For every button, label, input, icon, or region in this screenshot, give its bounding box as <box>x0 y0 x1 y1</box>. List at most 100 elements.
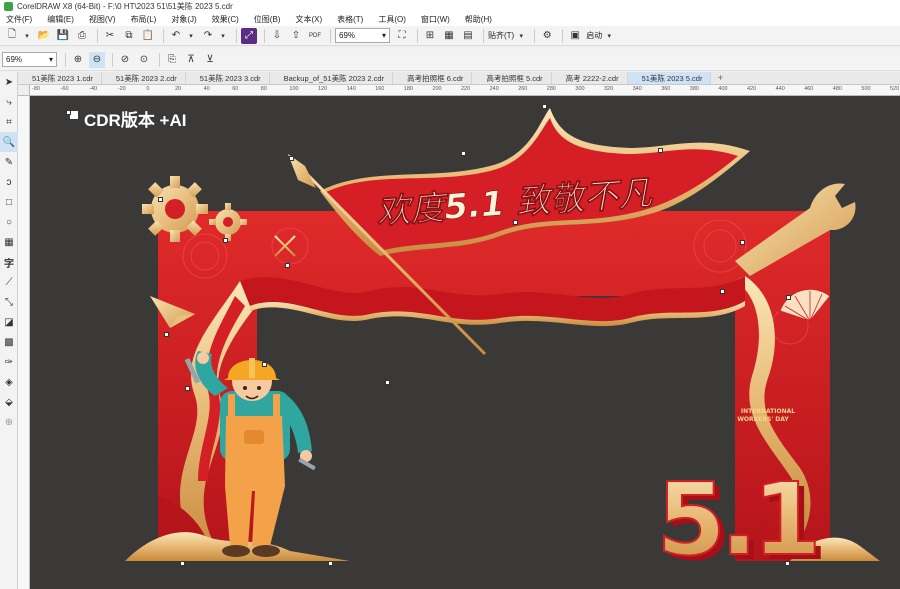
interactive-fill-tool-icon[interactable]: ◈ <box>0 372 18 392</box>
zoom-to-all-objects-icon[interactable]: ⊙ <box>136 52 152 68</box>
zoom-to-page-icon[interactable]: ⎘ <box>164 52 180 68</box>
menu-object[interactable]: 对象(J) <box>171 14 196 25</box>
menu-view[interactable]: 视图(V) <box>89 14 116 25</box>
transparency-tool-icon[interactable]: ▩ <box>0 332 18 352</box>
menu-file[interactable]: 文件(F) <box>6 14 32 25</box>
launch-dropdown-icon[interactable]: ▾ <box>605 28 613 44</box>
application-launcher-icon[interactable]: ▣ <box>567 28 583 44</box>
freehand-tool-icon[interactable]: ✎ <box>0 152 18 172</box>
redo-dropdown-icon[interactable]: ▾ <box>219 28 227 44</box>
paste-icon[interactable]: 📋 <box>140 28 156 44</box>
node-handle[interactable] <box>66 110 71 115</box>
show-grid-icon[interactable]: ▦ <box>441 28 457 44</box>
artistic-media-tool-icon[interactable]: ↄ <box>0 172 18 192</box>
smart-fill-tool-icon[interactable]: ⬙ <box>0 392 18 412</box>
options-gear-icon[interactable]: ⚙ <box>539 28 555 44</box>
search-content-icon[interactable]: ⤢ <box>241 27 257 44</box>
drawing-canvas[interactable]: 欢度5.1 致敬不凡 5.1 5.1 INTERNATIONAL WORKERS… <box>30 96 900 589</box>
document-tab[interactable]: 51美陈 2023 1.cdr <box>18 72 102 84</box>
zoom-level-select[interactable]: 69% ▾ <box>335 28 390 43</box>
node-handle[interactable] <box>262 362 267 367</box>
node-handle[interactable] <box>542 104 547 109</box>
snap-dropdown-icon[interactable]: ▾ <box>517 28 525 44</box>
open-icon[interactable]: 📂 <box>36 28 52 44</box>
parallel-dimension-tool-icon[interactable]: ⟋ <box>0 272 18 292</box>
ellipse-tool-icon[interactable]: ○ <box>0 212 18 232</box>
redo-icon[interactable]: ↷ <box>200 28 216 44</box>
document-tab[interactable]: 高考拍照框 5.cdr <box>472 72 552 84</box>
pick-tool-icon[interactable]: ➤ <box>0 72 18 92</box>
node-handle[interactable] <box>513 220 518 225</box>
crop-tool-icon[interactable]: ⌗ <box>0 112 18 132</box>
zoom-in-icon[interactable]: ⊕ <box>70 52 86 68</box>
text-tool-icon[interactable]: 字 <box>0 252 18 272</box>
node-handle[interactable] <box>185 386 190 391</box>
cut-icon[interactable]: ✂ <box>102 28 118 44</box>
document-tab[interactable]: Backup_of_51美陈 2023 2.cdr <box>270 72 394 84</box>
artwork[interactable]: 欢度5.1 致敬不凡 5.1 5.1 INTERNATIONAL WORKERS… <box>30 96 900 589</box>
save-icon[interactable]: 💾 <box>55 28 71 44</box>
menu-window[interactable]: 窗口(W) <box>421 14 450 25</box>
add-tool-icon[interactable]: ⊕ <box>0 412 18 432</box>
menu-bitmaps[interactable]: 位图(B) <box>254 14 281 25</box>
toolbar-divider <box>97 28 98 43</box>
print-icon[interactable]: ⎙ <box>74 28 90 44</box>
document-tab[interactable]: 高考 2222-2.cdr <box>552 72 628 84</box>
launch-menu[interactable]: 启动 <box>586 30 602 41</box>
undo-icon[interactable]: ↶ <box>168 28 184 44</box>
snap-to-menu[interactable]: 贴齐(T) <box>488 30 514 41</box>
zoom-to-height-icon[interactable]: ⊻ <box>202 52 218 68</box>
node-handle[interactable] <box>720 289 725 294</box>
new-document-icon[interactable]: 🗋 <box>4 28 20 44</box>
node-handle[interactable] <box>158 197 163 202</box>
copy-icon[interactable]: ⧉ <box>121 28 137 44</box>
node-handle[interactable] <box>385 380 390 385</box>
import-icon[interactable]: ⇩ <box>269 28 285 44</box>
ruler-origin[interactable] <box>18 85 30 96</box>
property-zoom-select[interactable]: 69% ▾ <box>2 52 57 67</box>
zoom-to-selected-icon[interactable]: ⊘ <box>117 52 133 68</box>
menu-effects[interactable]: 效果(C) <box>212 14 239 25</box>
shape-tool-icon[interactable]: ⤷ <box>0 92 18 112</box>
show-rulers-icon[interactable]: ⊞ <box>422 28 438 44</box>
full-screen-icon[interactable]: ⛶ <box>394 28 410 44</box>
horizontal-ruler[interactable]: -80 -60 -40 -20 0 20 40 60 80 100 120 140 160 180 200 2… <box>30 85 900 96</box>
node-handle[interactable] <box>785 561 790 566</box>
zoom-to-width-icon[interactable]: ⊼ <box>183 52 199 68</box>
node-handle[interactable] <box>328 561 333 566</box>
menu-layout[interactable]: 布局(L) <box>131 14 157 25</box>
undo-dropdown-icon[interactable]: ▾ <box>187 28 195 44</box>
document-tab[interactable]: 高考拍照框 6.cdr <box>393 72 473 84</box>
menu-edit[interactable]: 编辑(E) <box>47 14 74 25</box>
node-handle[interactable] <box>740 240 745 245</box>
color-eyedropper-tool-icon[interactable]: ✑ <box>0 352 18 372</box>
node-handle[interactable] <box>658 148 663 153</box>
menu-text[interactable]: 文本(X) <box>295 14 322 25</box>
node-handle[interactable] <box>180 561 185 566</box>
graph-paper-tool-icon[interactable]: ▦ <box>0 232 18 252</box>
document-tab-active[interactable]: 51美陈 2023 5.cdr <box>627 72 712 84</box>
drop-shadow-tool-icon[interactable]: ◪ <box>0 312 18 332</box>
menu-tools[interactable]: 工具(O) <box>378 14 406 25</box>
node-handle[interactable] <box>461 151 466 156</box>
rectangle-tool-icon[interactable]: □ <box>0 192 18 212</box>
tab-label: 高考拍照框 6.cdr <box>407 73 464 83</box>
document-tab[interactable]: 51美陈 2023 2.cdr <box>102 72 186 84</box>
node-handle[interactable] <box>223 238 228 243</box>
publish-pdf-icon[interactable]: PDF <box>307 28 323 44</box>
node-handle[interactable] <box>786 295 791 300</box>
node-handle[interactable] <box>164 332 169 337</box>
export-icon[interactable]: ⇧ <box>288 28 304 44</box>
menu-help[interactable]: 帮助(H) <box>465 14 492 25</box>
vertical-ruler[interactable] <box>18 96 30 589</box>
menu-table[interactable]: 表格(T) <box>337 14 363 25</box>
zoom-tool-icon[interactable]: 🔍 <box>0 132 18 152</box>
node-handle[interactable] <box>285 263 290 268</box>
new-dropdown-icon[interactable]: ▾ <box>23 28 31 44</box>
zoom-out-icon[interactable]: ⊖ <box>89 51 105 68</box>
show-guidelines-icon[interactable]: ▤ <box>460 28 476 44</box>
add-tab-icon[interactable]: + <box>714 73 726 84</box>
document-tab[interactable]: 51美陈 2023 3.cdr <box>186 72 270 84</box>
node-handle[interactable] <box>289 156 294 161</box>
connector-tool-icon[interactable]: ⤡ <box>0 292 18 312</box>
